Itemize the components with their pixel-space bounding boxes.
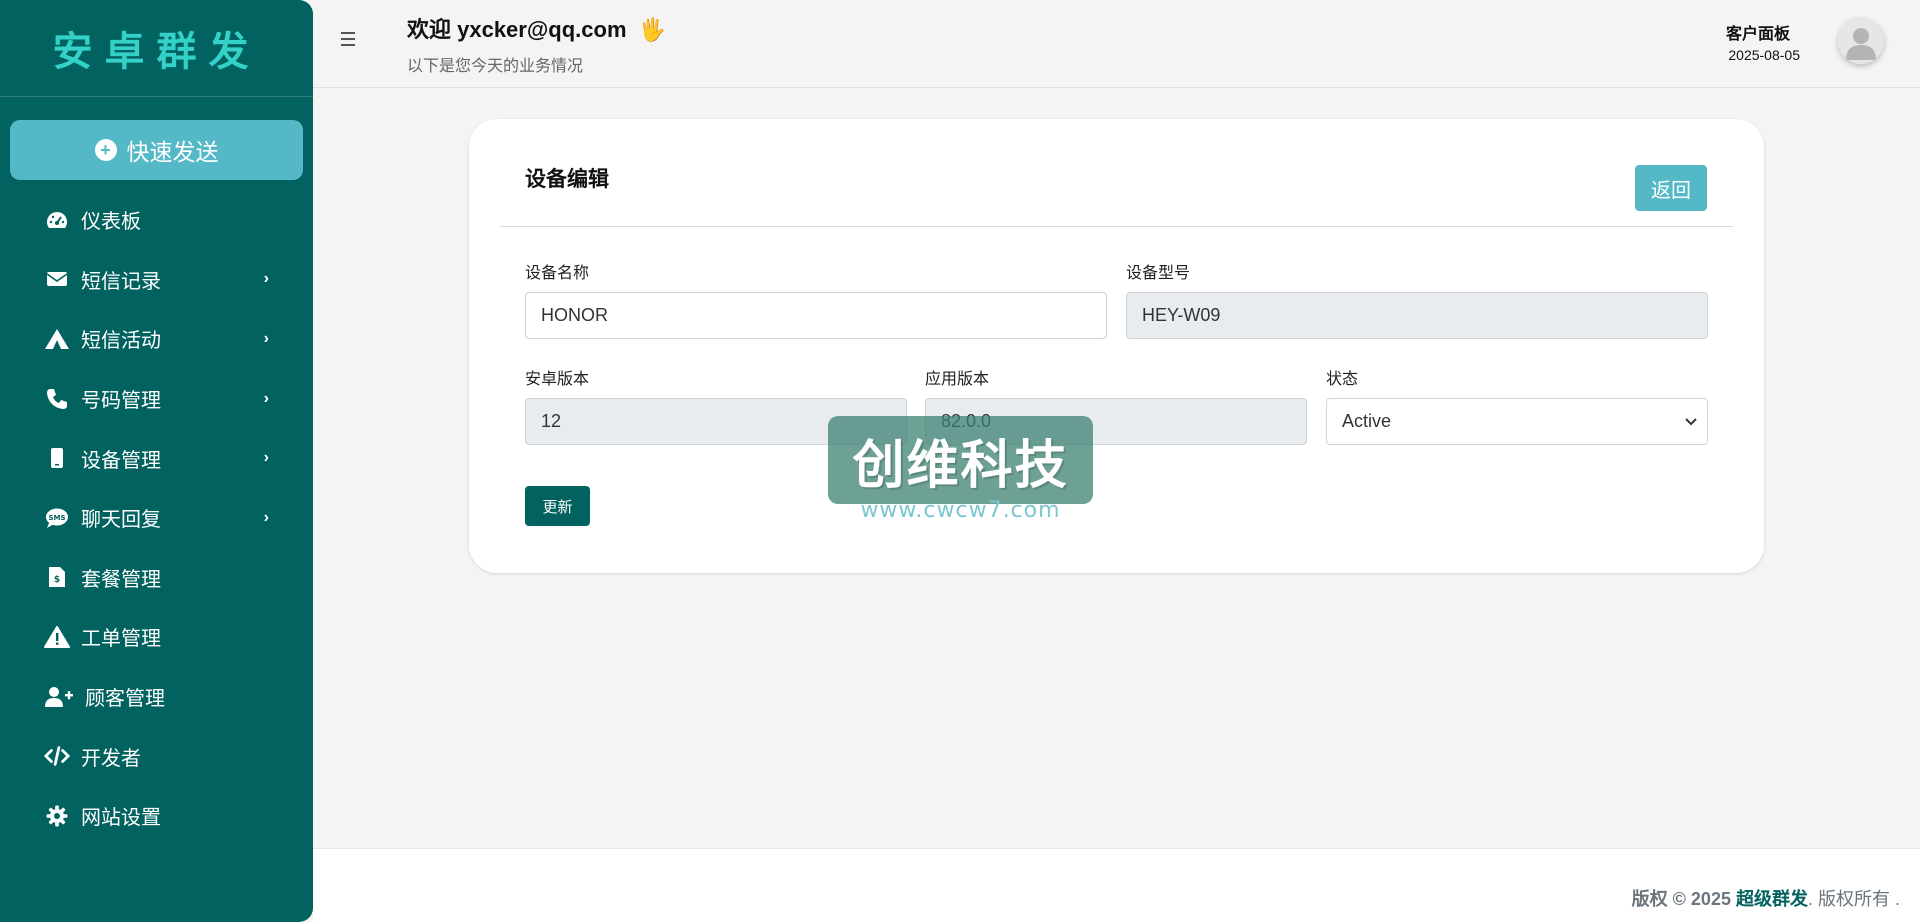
top-header: 欢迎 yxcker@qq.com 🖐 以下是您今天的业务情况 客户面板 2025… (313, 0, 1920, 88)
sidebar-item-customer-management[interactable]: 顾客管理 (0, 667, 313, 727)
brand-logo-text[interactable]: 安卓群发 (53, 19, 261, 77)
status-select[interactable]: Active (1326, 398, 1708, 445)
sidebar-item-label: 仪表板 (81, 211, 141, 234)
chevron-right-icon: › (263, 449, 269, 467)
sidebar-item-number-management[interactable]: 号码管理 › (0, 369, 313, 429)
android-version-label: 安卓版本 (525, 371, 590, 388)
campground-icon (44, 326, 70, 352)
device-model-value: HEY-W09 (1142, 305, 1221, 325)
divider (500, 226, 1733, 227)
card-title: 设备编辑 (525, 168, 609, 191)
app-version-label: 应用版本 (925, 371, 990, 388)
device-model-input: HEY-W09 (1126, 292, 1708, 339)
hamburger-menu-icon[interactable] (341, 28, 363, 50)
mobile-icon (44, 445, 70, 471)
gear-icon (44, 803, 70, 829)
device-model-label: 设备型号 (1126, 265, 1191, 282)
android-version-value: 12 (541, 411, 562, 431)
sidebar-item-ticket-management[interactable]: 工单管理 (0, 607, 313, 667)
code-icon (44, 743, 70, 769)
device-edit-card: 设备编辑 返回 设备名称 HONOR 设备型号 HEY-W09 安卓版本 12 … (469, 119, 1764, 573)
sidebar-item-sms-campaigns[interactable]: 短信活动 › (0, 309, 313, 369)
sidebar-item-label: 工单管理 (81, 628, 161, 651)
plus-circle-icon: + (94, 139, 117, 161)
sidebar-item-label: 顾客管理 (85, 688, 165, 711)
sidebar-item-label: 短信记录 (81, 270, 161, 293)
user-avatar-icon (1838, 18, 1884, 64)
device-name-input[interactable]: HONOR (525, 292, 1107, 339)
chevron-down-icon (1685, 415, 1697, 429)
sidebar-item-label: 开发者 (81, 747, 141, 770)
sidebar-item-site-settings[interactable]: 网站设置 (0, 786, 313, 846)
welcome-text: 欢迎 yxcker@qq.com (407, 17, 627, 42)
status-label: 状态 (1326, 371, 1359, 388)
envelope-icon (44, 266, 70, 292)
device-name-label: 设备名称 (525, 265, 590, 282)
sidebar-item-sms-records[interactable]: 短信记录 › (0, 250, 313, 310)
current-date: 2025-08-05 (1728, 47, 1800, 63)
panel-title: 客户面板 (1725, 26, 1790, 43)
phone-icon (44, 386, 70, 412)
sidebar-item-label: 网站设置 (81, 807, 161, 830)
status-value: Active (1342, 411, 1392, 431)
footer-brand-link[interactable]: 超级群发 (1736, 889, 1808, 909)
footer-rights: . 版权所有 . (1807, 889, 1900, 909)
sms-bubble-icon: SMS (44, 505, 70, 531)
sidebar-item-label: 套餐管理 (81, 568, 161, 591)
quick-send-label: 快速发送 (126, 139, 219, 165)
sidebar-item-label: 聊天回复 (81, 509, 161, 532)
sidebar-item-label: 号码管理 (81, 390, 161, 413)
warning-icon (44, 624, 70, 650)
sidebar-item-chat-reply[interactable]: SMS 聊天回复 › (0, 488, 313, 548)
user-plus-icon (44, 684, 74, 710)
sidebar-item-device-management[interactable]: 设备管理 › (0, 428, 313, 488)
footer-copyright: 版权 © 2025 (1631, 889, 1731, 909)
sidebar: 安卓群发 + 快速发送 仪表板 短信记录 › 短信活动 › 号码管理 › 设备管… (0, 0, 313, 922)
dashboard-icon (44, 207, 70, 233)
svg-text:$: $ (54, 575, 60, 585)
chevron-right-icon: › (263, 270, 269, 288)
svg-text:SMS: SMS (48, 514, 65, 522)
invoice-icon: $ (44, 564, 70, 590)
sidebar-item-label: 短信活动 (81, 330, 161, 353)
app-version-input: 82.0.0 (925, 398, 1307, 445)
footer-text: 版权 © 2025 超级群发. 版权所有 . (1632, 885, 1900, 911)
android-version-input: 12 (525, 398, 907, 445)
welcome-subtitle: 以下是您今天的业务情况 (407, 58, 584, 75)
sidebar-item-package-management[interactable]: $ 套餐管理 (0, 548, 313, 608)
back-button[interactable]: 返回 (1635, 165, 1707, 211)
waving-hand-icon: 🖐 (638, 17, 667, 42)
chevron-right-icon: › (263, 508, 269, 526)
sidebar-item-developer[interactable]: 开发者 (0, 726, 313, 786)
sidebar-item-label: 设备管理 (81, 449, 161, 472)
sidebar-nav: 仪表板 短信记录 › 短信活动 › 号码管理 › 设备管理 › SMS 聊天回复… (0, 190, 313, 846)
app-version-value: 82.0.0 (941, 411, 992, 431)
brand: 安卓群发 (0, 0, 313, 97)
chevron-right-icon: › (263, 329, 269, 347)
welcome-heading: 欢迎 yxcker@qq.com 🖐 (407, 12, 666, 44)
quick-send-button[interactable]: + 快速发送 (10, 120, 303, 180)
user-avatar[interactable] (1838, 18, 1884, 64)
device-name-value: HONOR (541, 305, 608, 325)
sidebar-item-dashboard[interactable]: 仪表板 (0, 190, 313, 250)
chevron-right-icon: › (263, 389, 269, 407)
update-button[interactable]: 更新 (525, 486, 590, 526)
footer: 版权 © 2025 超级群发. 版权所有 . (313, 848, 1920, 922)
